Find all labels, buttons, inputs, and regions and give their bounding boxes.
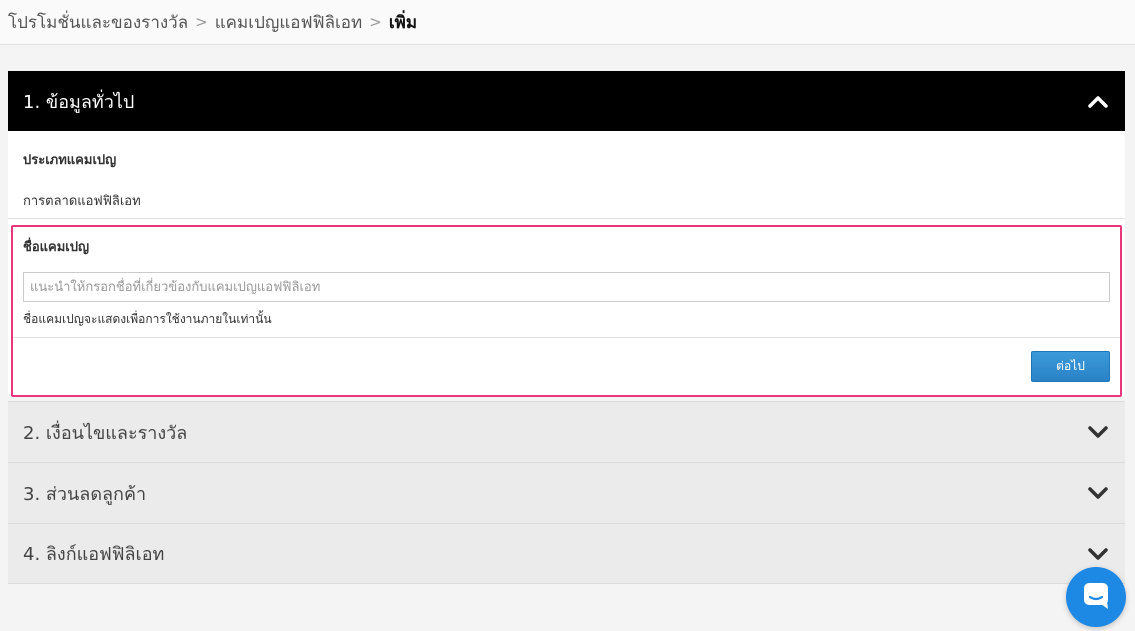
section-link-title: 4. ลิงก์แอฟฟิลิเอท xyxy=(23,544,165,565)
campaign-name-hint: ชื่อแคมเปญจะแสดงเพื่อการใช้งานภายในเท่าน… xyxy=(23,312,272,326)
next-button[interactable]: ต่อไป xyxy=(1031,351,1110,382)
chevron-up-icon[interactable] xyxy=(1087,90,1109,112)
chevron-down-icon[interactable] xyxy=(1087,482,1109,504)
campaign-name-label: ชื่อแคมเปญ xyxy=(23,240,90,255)
campaign-name-block: ชื่อแคมเปญ ชื่อแคมเปญจะแสดงเพื่อการใช้งา… xyxy=(13,227,1120,338)
campaign-type-label: ประเภทแคมเปญ xyxy=(23,153,117,168)
chat-launcher-button[interactable] xyxy=(1066,567,1126,627)
section-discount-title: 3. ส่วนลดลูกค้า xyxy=(23,483,147,505)
section-conditions-header[interactable]: 2. เงื่อนไขและรางวัล xyxy=(8,401,1125,462)
chat-bubble-icon xyxy=(1081,580,1111,614)
breadcrumb-item-promotions[interactable]: โปรโมชั่นและของรางวัล xyxy=(8,9,188,36)
breadcrumb-separator-icon: > xyxy=(369,13,382,31)
section-general-header[interactable]: 1. ข้อมูลทั่วไป xyxy=(8,71,1125,131)
section-general-title: 1. ข้อมูลทั่วไป xyxy=(23,91,135,113)
section-discount-header[interactable]: 3. ส่วนลดลูกค้า xyxy=(8,462,1125,523)
breadcrumb: โปรโมชั่นและของรางวัล > แคมเปญแอฟฟิลิเอท… xyxy=(0,0,1135,45)
chevron-down-icon[interactable] xyxy=(1087,421,1109,443)
campaign-name-input[interactable] xyxy=(23,272,1110,302)
section-conditions-title: 2. เงื่อนไขและรางวัล xyxy=(23,422,188,444)
chevron-down-icon[interactable] xyxy=(1087,543,1109,565)
breadcrumb-item-affiliate-campaigns[interactable]: แคมเปญแอฟฟิลิเอท xyxy=(215,9,363,36)
section-general-body: ประเภทแคมเปญ การตลาดแอฟฟิลิเอท ชื่อแคมเป… xyxy=(8,131,1125,397)
form-actions: ต่อไป xyxy=(13,338,1120,395)
campaign-form-accordion: 1. ข้อมูลทั่วไป ประเภทแคมเปญ การตลาดแอฟฟ… xyxy=(8,71,1125,584)
campaign-type-value: การตลาดแอฟฟิลิเอท xyxy=(23,194,141,209)
campaign-type-block: ประเภทแคมเปญ การตลาดแอฟฟิลิเอท xyxy=(8,131,1125,219)
breadcrumb-separator-icon: > xyxy=(195,13,208,31)
highlight-frame: ชื่อแคมเปญ ชื่อแคมเปญจะแสดงเพื่อการใช้งา… xyxy=(11,225,1122,397)
section-link-header[interactable]: 4. ลิงก์แอฟฟิลิเอท xyxy=(8,523,1125,584)
breadcrumb-current: เพิ่ม xyxy=(388,12,418,33)
